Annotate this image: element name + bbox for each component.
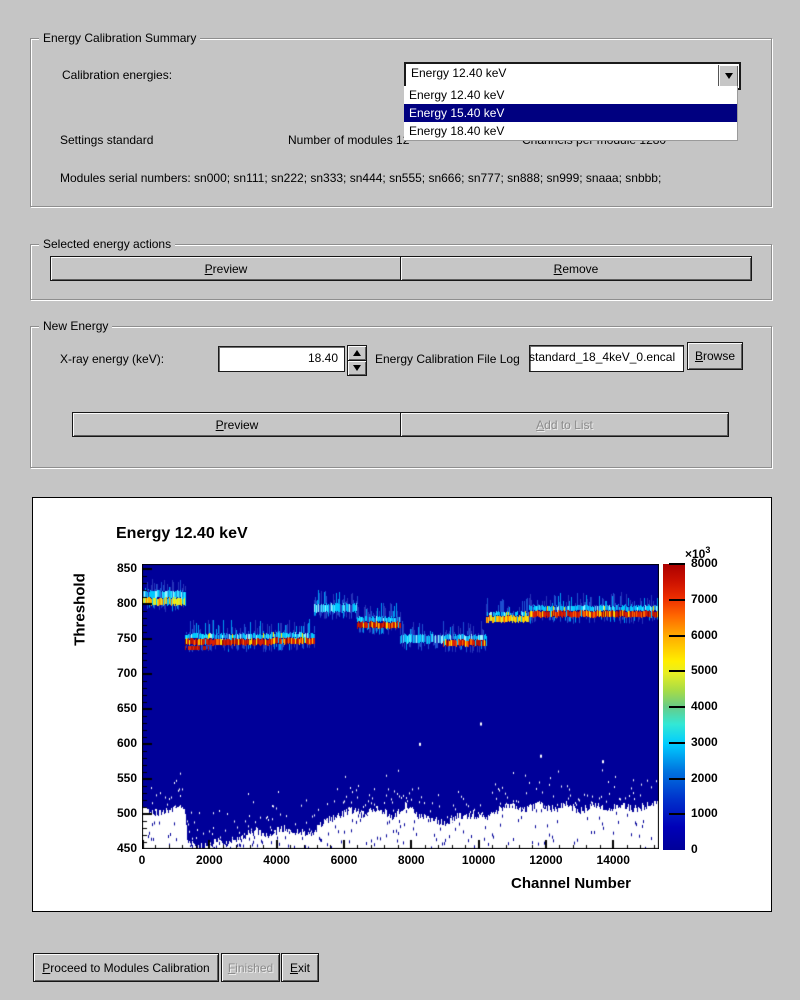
file-log-value: standard_18_4keV_0.encal xyxy=(531,350,675,364)
colorbar-tick-label: 8000 xyxy=(691,556,718,570)
x-tick-label: 12000 xyxy=(516,853,576,867)
colorbar-tick-label: 7000 xyxy=(691,592,718,606)
chart-title: Energy 12.40 keV xyxy=(116,525,248,543)
colorbar-tick xyxy=(669,742,685,744)
x-tick-label: 10000 xyxy=(449,853,509,867)
colorbar-tick-label: 3000 xyxy=(691,735,718,749)
x-tick-label: 0 xyxy=(112,853,172,867)
browse-button[interactable]: Browse xyxy=(687,342,743,370)
y-tick-label: 850 xyxy=(93,561,137,575)
preview-new-button[interactable]: Preview xyxy=(72,412,402,437)
threshold-scan-heatmap xyxy=(142,564,659,849)
combo-popup: Energy 12.40 keV Energy 15.40 keV Energy… xyxy=(404,86,738,141)
colorbar-tick xyxy=(669,813,685,815)
number-of-modules-label: Number of modules 12 xyxy=(288,133,409,147)
settings-standard-label: Settings standard xyxy=(60,133,153,147)
x-tick-label: 14000 xyxy=(583,853,643,867)
y-tick-label: 700 xyxy=(93,666,137,680)
colorbar-tick-label: 6000 xyxy=(691,628,718,642)
colorbar-tick-label: 0 xyxy=(691,842,698,856)
combo-option-0[interactable]: Energy 12.40 keV xyxy=(404,86,737,104)
x-tick-label: 2000 xyxy=(179,853,239,867)
y-tick-label: 800 xyxy=(93,596,137,610)
colorbar-tick xyxy=(669,670,685,672)
colorbar-tick xyxy=(669,778,685,780)
xray-energy-value: 18.40 xyxy=(308,351,338,365)
arrow-up-icon xyxy=(353,350,361,356)
chevron-down-icon xyxy=(725,73,733,79)
spin-down-button[interactable] xyxy=(347,360,367,376)
preview-selected-button[interactable]: Preview xyxy=(50,256,402,281)
xray-energy-spinbox[interactable]: 18.40 xyxy=(218,346,345,372)
x-tick-label: 4000 xyxy=(247,853,307,867)
calibration-energies-label: Calibration energies: xyxy=(62,68,172,82)
colorbar-tick xyxy=(669,706,685,708)
colorbar-tick xyxy=(669,635,685,637)
summary-group-title: Energy Calibration Summary xyxy=(39,31,200,45)
remove-selected-button[interactable]: Remove xyxy=(400,256,752,281)
y-axis-title: Threshold xyxy=(72,553,89,667)
xray-energy-label: X-ray energy (keV): xyxy=(60,352,164,366)
y-tick-label: 650 xyxy=(93,701,137,715)
add-to-list-button[interactable]: Add to List xyxy=(400,412,729,437)
file-log-input[interactable]: standard_18_4keV_0.encal xyxy=(529,345,684,372)
colorbar-tick-label: 4000 xyxy=(691,699,718,713)
spin-up-button[interactable] xyxy=(347,345,367,361)
selected-actions-group-title: Selected energy actions xyxy=(39,237,175,251)
colorbar-tick xyxy=(669,599,685,601)
energy-calibration-window: { "summary": { "title": "Energy Calibrat… xyxy=(0,0,800,1000)
y-tick-label: 550 xyxy=(93,771,137,785)
y-tick-label: 500 xyxy=(93,806,137,820)
colorbar-tick-label: 2000 xyxy=(691,771,718,785)
combo-option-2[interactable]: Energy 18.40 keV xyxy=(404,122,737,140)
finished-button[interactable]: Finished xyxy=(221,953,280,982)
combobox-dropdown-button[interactable] xyxy=(718,65,738,87)
x-axis-title: Channel Number xyxy=(471,875,671,892)
colorbar-tick xyxy=(669,563,685,565)
modules-serial-numbers-label: Modules serial numbers: sn000; sn111; sn… xyxy=(60,171,661,185)
combo-option-1[interactable]: Energy 15.40 keV xyxy=(404,104,737,122)
calibration-plot-panel: Energy 12.40 keV Threshold Channel Numbe… xyxy=(32,497,772,912)
arrow-down-icon xyxy=(353,365,361,371)
x-tick-label: 8000 xyxy=(381,853,441,867)
file-log-label: Energy Calibration File Log xyxy=(375,352,520,366)
new-energy-group-title: New Energy xyxy=(39,319,112,333)
x-tick-label: 6000 xyxy=(314,853,374,867)
y-tick-label: 750 xyxy=(93,631,137,645)
proceed-to-modules-calibration-button[interactable]: Proceed to Modules Calibration xyxy=(33,953,219,982)
exit-button[interactable]: Exit xyxy=(281,953,319,982)
colorbar-tick-label: 1000 xyxy=(691,806,718,820)
y-tick-label: 600 xyxy=(93,736,137,750)
colorbar-tick-label: 5000 xyxy=(691,663,718,677)
combobox-selected-value: Energy 12.40 keV xyxy=(411,66,506,80)
